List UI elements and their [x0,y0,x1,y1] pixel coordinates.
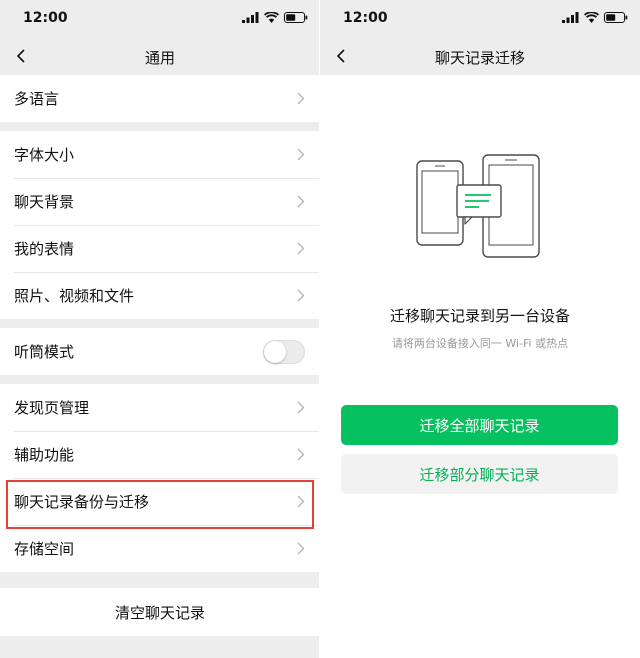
settings-item-label: 聊天背景 [14,193,75,211]
general-settings-screen: 12:00 通用 多语言 字体大小 聊天背景 我的表情 照片、视频和文件 听筒模… [0,0,320,658]
settings-item-accessibility[interactable]: 辅助功能 [0,431,320,478]
migrate-all-label: 迁移全部聊天记录 [419,416,540,435]
settings-item-discover-management[interactable]: 发现页管理 [0,384,320,431]
clear-chat-history-button[interactable]: 清空聊天记录 [0,588,320,636]
status-bar: 12:00 [0,0,320,38]
battery-icon [284,12,308,23]
settings-group-other: 发现页管理 辅助功能 聊天记录备份与迁移 存储空间 [0,384,320,572]
nav-bar: 通用 [0,38,320,75]
migration-heading: 迁移聊天记录到另一台设备 [389,307,570,325]
settings-item-label: 字体大小 [14,146,75,164]
wifi-icon [584,12,599,23]
settings-group-display: 字体大小 聊天背景 我的表情 照片、视频和文件 [0,131,320,319]
migrate-partial-label: 迁移部分聊天记录 [419,465,540,484]
settings-item-my-stickers[interactable]: 我的表情 [0,225,320,272]
battery-icon [604,12,628,23]
chevron-right-icon [297,92,305,105]
settings-item-chat-background[interactable]: 聊天背景 [0,178,320,225]
settings-item-label: 发现页管理 [14,399,90,417]
settings-item-label: 多语言 [14,90,60,108]
settings-item-language[interactable]: 多语言 [0,75,320,122]
settings-item-label: 照片、视频和文件 [14,287,135,305]
settings-item-font-size[interactable]: 字体大小 [0,131,320,178]
wifi-icon [264,12,279,23]
clear-chat-history-label: 清空聊天记录 [114,603,205,622]
chevron-right-icon [297,242,305,255]
earpiece-mode-toggle[interactable] [263,340,305,364]
nav-bar: 聊天记录迁移 [320,38,640,75]
migrate-all-button[interactable]: 迁移全部聊天记录 [341,405,618,445]
chevron-right-icon [297,148,305,161]
settings-item-label: 我的表情 [14,240,75,258]
status-time: 12:00 [343,10,388,26]
settings-item-earpiece-mode: 听筒模式 [0,328,320,375]
chevron-right-icon [297,542,305,555]
settings-item-label: 聊天记录备份与迁移 [14,493,150,511]
signal-icon [562,12,579,23]
settings-item-label: 辅助功能 [14,446,75,464]
chevron-right-icon [297,289,305,302]
status-time: 12:00 [23,10,68,26]
settings-group-language: 多语言 [0,75,320,122]
chevron-right-icon [297,495,305,508]
settings-group-earpiece: 听筒模式 [0,328,320,375]
status-icons [242,12,308,23]
settings-item-chat-backup-migration[interactable]: 聊天记录备份与迁移 [0,478,320,525]
migrate-partial-button[interactable]: 迁移部分聊天记录 [341,454,618,494]
device-transfer-illustration-icon [416,154,540,258]
settings-item-label: 存储空间 [14,540,75,558]
screenshot: 12:00 通用 多语言 字体大小 聊天背景 我的表情 照片、视频和文件 听筒模… [0,0,640,658]
signal-icon [242,12,259,23]
chat-migration-screen: 12:00 聊天记录迁移 迁移聊天记录到另一台设备 请将两台设备接入同一 Wi-… [320,0,640,658]
settings-item-storage[interactable]: 存储空间 [0,525,320,572]
migration-subtext: 请将两台设备接入同一 Wi-Fi 或热点 [391,337,569,350]
page-title: 通用 [144,49,175,67]
chevron-right-icon [297,448,305,461]
toggle-knob [264,341,286,363]
status-bar: 12:00 [320,0,640,38]
settings-item-photos-videos-files[interactable]: 照片、视频和文件 [0,272,320,319]
settings-item-label: 听筒模式 [14,343,75,361]
status-icons [562,12,628,23]
chevron-right-icon [297,195,305,208]
page-title: 聊天记录迁移 [434,49,525,67]
migration-content: 迁移聊天记录到另一台设备 请将两台设备接入同一 Wi-Fi 或热点 迁移全部聊天… [320,75,640,658]
chevron-right-icon [297,401,305,414]
